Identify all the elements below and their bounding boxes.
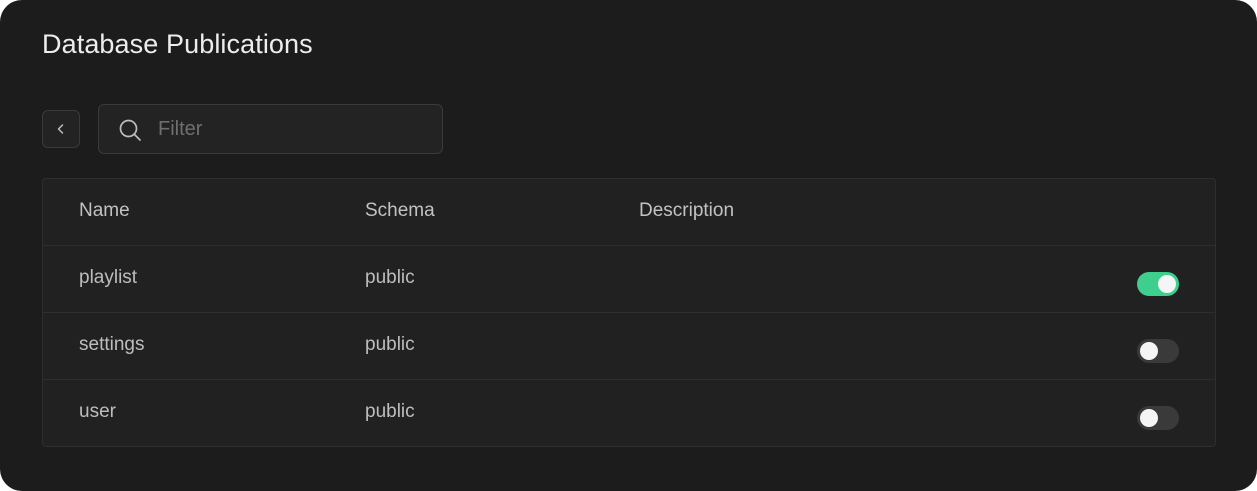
toggle-knob [1140, 342, 1158, 360]
toggle-knob [1140, 409, 1158, 427]
chevron-left-icon [57, 124, 64, 134]
row-schema: public [365, 334, 415, 355]
back-button[interactable] [42, 110, 80, 148]
publication-toggle[interactable] [1137, 339, 1179, 363]
row-name: settings [79, 334, 145, 355]
filter-field[interactable] [98, 104, 443, 154]
publications-table: Name Schema Description playlist public … [42, 178, 1216, 447]
row-schema: public [365, 267, 415, 288]
toggle-knob [1158, 275, 1176, 293]
table-row: user public [43, 380, 1215, 446]
column-header-name: Name [79, 200, 130, 221]
column-header-schema: Schema [365, 200, 435, 221]
column-header-description: Description [639, 200, 735, 221]
row-schema: public [365, 401, 415, 422]
table-row: settings public [43, 313, 1215, 380]
table-row: playlist public [43, 246, 1215, 313]
row-name: user [79, 401, 116, 422]
table-header: Name Schema Description [43, 179, 1215, 246]
search-icon [119, 119, 141, 141]
publication-toggle[interactable] [1137, 406, 1179, 430]
publications-panel: Database Publications Name Schema Descri… [0, 0, 1257, 491]
filter-input[interactable] [158, 105, 428, 153]
page-title: Database Publications [42, 29, 313, 59]
publication-toggle[interactable] [1137, 272, 1179, 296]
row-name: playlist [79, 267, 138, 288]
